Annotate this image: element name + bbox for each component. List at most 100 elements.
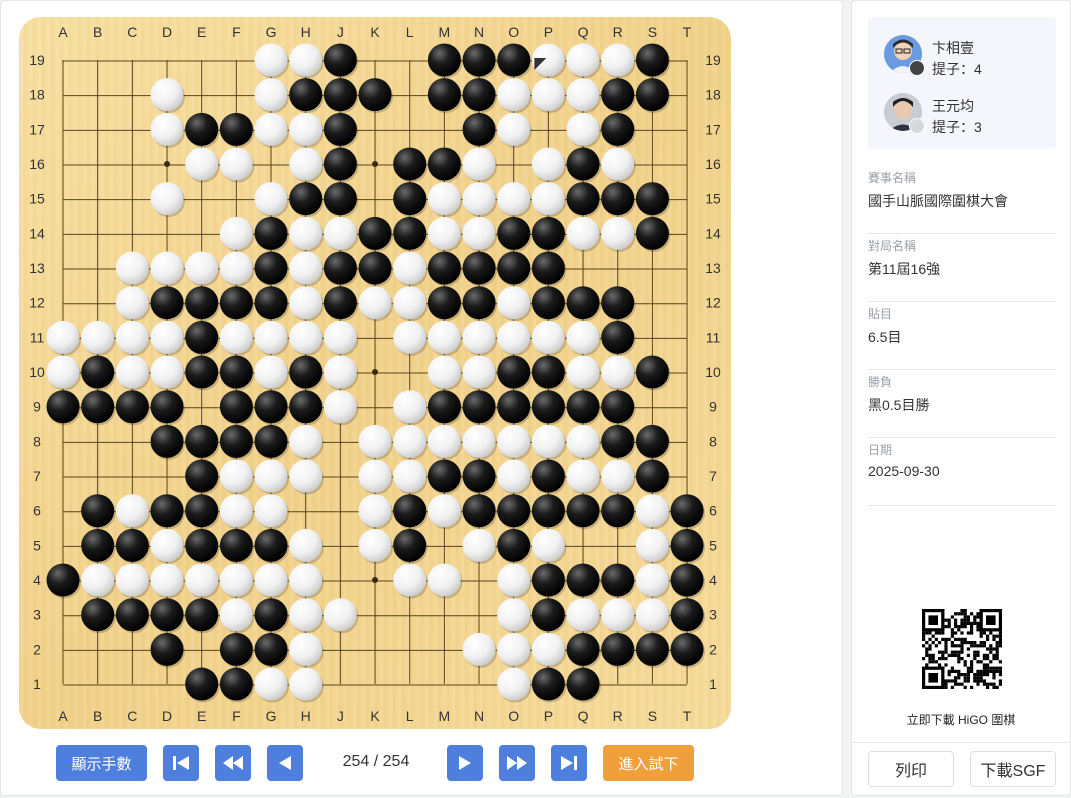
white-stone bbox=[81, 563, 115, 597]
row-label: 7 bbox=[33, 468, 41, 484]
print-button[interactable]: 列印 bbox=[868, 751, 954, 787]
black-stone bbox=[497, 494, 531, 528]
white-stone bbox=[497, 459, 531, 493]
white-stone bbox=[635, 563, 669, 597]
show-move-numbers-button[interactable]: 顯示手數 bbox=[56, 745, 147, 781]
info-label: 日期 bbox=[868, 443, 893, 457]
white-stone bbox=[46, 355, 80, 389]
white-stone bbox=[323, 598, 357, 632]
player-white: 王元均 提子：3 bbox=[884, 93, 1054, 137]
white-stone bbox=[254, 112, 288, 146]
black-stone bbox=[393, 147, 427, 181]
star-point bbox=[372, 369, 379, 376]
column-label: M bbox=[439, 708, 451, 724]
fast-forward-button[interactable] bbox=[499, 745, 535, 781]
column-label: C bbox=[127, 24, 137, 40]
board-grid[interactable]: AABBCCDDEEFFGGHHJJKKLLMMNNOOPPQQRRSSTT19… bbox=[19, 17, 731, 729]
white-stone bbox=[566, 43, 600, 77]
white-stone bbox=[358, 528, 392, 562]
white-stone bbox=[254, 355, 288, 389]
white-stone bbox=[393, 251, 427, 285]
white-stone bbox=[531, 320, 565, 354]
white-stone bbox=[115, 563, 149, 597]
white-stone bbox=[46, 320, 80, 354]
black-stone bbox=[531, 286, 565, 320]
download-sgf-button[interactable]: 下載SGF bbox=[970, 751, 1056, 787]
white-stone bbox=[115, 251, 149, 285]
white-stone bbox=[289, 251, 323, 285]
black-stone bbox=[601, 112, 635, 146]
black-stone bbox=[81, 528, 115, 562]
previous-move-button[interactable] bbox=[267, 745, 303, 781]
player-name: 卞相壹 bbox=[932, 40, 974, 56]
white-stone bbox=[150, 355, 184, 389]
qr-caption: 立即下載 HiGO 圍棋 bbox=[906, 713, 1016, 727]
info-result: 勝負 黑0.5目勝 bbox=[868, 371, 1056, 438]
white-stone bbox=[462, 528, 496, 562]
first-move-button[interactable] bbox=[163, 745, 199, 781]
player-name: 王元均 bbox=[932, 98, 974, 114]
white-stone bbox=[289, 112, 323, 146]
white-stone bbox=[254, 494, 288, 528]
black-stone bbox=[323, 78, 357, 112]
move-counter: 254 / 254 bbox=[342, 753, 410, 770]
white-stone bbox=[566, 320, 600, 354]
info-komi: 貼目 6.5目 bbox=[868, 303, 1056, 370]
black-stone bbox=[497, 251, 531, 285]
white-stone bbox=[219, 563, 253, 597]
column-label: N bbox=[474, 708, 484, 724]
black-stone bbox=[323, 112, 357, 146]
black-stone bbox=[670, 632, 704, 666]
black-stone bbox=[323, 182, 357, 216]
row-label: 10 bbox=[29, 364, 45, 380]
row-label: 1 bbox=[33, 676, 41, 692]
white-stone bbox=[289, 216, 323, 250]
black-stone bbox=[185, 459, 219, 493]
white-stone bbox=[462, 424, 496, 458]
black-stone bbox=[635, 216, 669, 250]
white-stone bbox=[601, 147, 635, 181]
fast-rewind-icon bbox=[223, 756, 243, 770]
row-label: 15 bbox=[705, 191, 721, 207]
white-stone bbox=[601, 216, 635, 250]
black-stone bbox=[254, 286, 288, 320]
black-stone bbox=[427, 147, 461, 181]
white-stone bbox=[81, 320, 115, 354]
white-stone bbox=[150, 320, 184, 354]
black-stone bbox=[427, 43, 461, 77]
black-stone bbox=[323, 147, 357, 181]
next-move-button[interactable] bbox=[447, 745, 483, 781]
try-play-button[interactable]: 進入試下 bbox=[603, 745, 694, 781]
white-stone bbox=[497, 78, 531, 112]
black-stone bbox=[358, 216, 392, 250]
black-stone bbox=[219, 112, 253, 146]
column-label: L bbox=[406, 24, 414, 40]
white-stone bbox=[219, 320, 253, 354]
column-label: O bbox=[508, 708, 519, 724]
black-stone bbox=[150, 494, 184, 528]
white-stone bbox=[462, 182, 496, 216]
white-stone bbox=[601, 43, 635, 77]
column-label: Q bbox=[578, 24, 589, 40]
game-viewer-panel: A A B B C C D D E E F F G G H H J J K K L L M M N N O O P P Q Q R R S S T T 19… bbox=[0, 0, 843, 796]
black-stone bbox=[185, 355, 219, 389]
black-stone bbox=[150, 286, 184, 320]
go-board[interactable]: A A B B C C D D E E F F G G H H J J K K L L M M N N O O P P Q Q R R S S T T 19… bbox=[19, 17, 731, 729]
black-stone bbox=[254, 251, 288, 285]
white-stone bbox=[497, 320, 531, 354]
black-stone bbox=[254, 632, 288, 666]
black-stone bbox=[115, 598, 149, 632]
black-stone bbox=[219, 632, 253, 666]
last-move-button[interactable] bbox=[551, 745, 587, 781]
row-label: 17 bbox=[29, 121, 45, 137]
row-label: 12 bbox=[29, 295, 45, 311]
column-label: K bbox=[370, 708, 380, 724]
white-stone bbox=[219, 251, 253, 285]
white-stone bbox=[393, 286, 427, 320]
white-stone bbox=[497, 667, 531, 701]
rewind-button[interactable] bbox=[215, 745, 251, 781]
skip-to-end-icon bbox=[561, 756, 577, 770]
black-stone bbox=[566, 563, 600, 597]
white-stone bbox=[115, 286, 149, 320]
white-stone-icon bbox=[909, 118, 925, 134]
